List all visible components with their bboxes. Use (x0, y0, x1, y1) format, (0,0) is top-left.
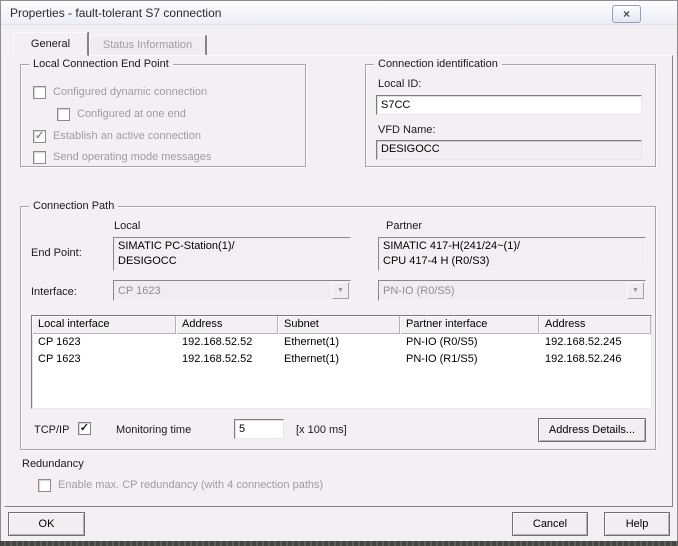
table-cell: 192.168.52.245 (539, 334, 651, 351)
checkbox-row: ✓ Establish an active connection (33, 129, 201, 143)
connection-path-group: Connection Path Local Partner End Point:… (20, 206, 656, 450)
group-title: Connection identification (374, 58, 502, 70)
local-end-point-line2: DESIGOCC (118, 254, 346, 269)
local-id-label: Local ID: (378, 78, 421, 90)
ok-button[interactable]: OK (8, 512, 85, 536)
interface-label: Interface: (31, 286, 77, 298)
table-cell: PN-IO (R1/S5) (400, 351, 539, 368)
table-header-row: Local interface Address Subnet Partner i… (32, 316, 651, 334)
address-details-button[interactable]: Address Details... (538, 418, 646, 442)
column-header[interactable]: Partner interface (400, 316, 539, 334)
column-header[interactable]: Address (176, 316, 278, 334)
partner-end-point-line1: SIMATIC 417-H(241/24~(1)/ (383, 239, 641, 254)
titlebar: Properties - fault-tolerant S7 connectio… (1, 1, 677, 25)
checkbox-row: Configured at one end (57, 107, 186, 121)
send-operating-mode-messages-checkbox (33, 151, 46, 164)
checkbox-label: Configured dynamic connection (53, 86, 207, 98)
group-title: Connection Path (29, 200, 118, 212)
table-cell: Ethernet(1) (278, 334, 400, 351)
checkbox-label: Send operating mode messages (53, 151, 211, 163)
tcpip-checkbox[interactable]: ✓ (78, 422, 91, 435)
connection-identification-group: Connection identification Local ID: VFD … (365, 64, 656, 167)
table-cell: 192.168.52.52 (176, 334, 278, 351)
checkbox-label: Configured at one end (77, 108, 186, 120)
table-cell: CP 1623 (32, 351, 176, 368)
end-point-label: End Point: (31, 247, 82, 259)
tcpip-label: TCP/IP (34, 424, 69, 436)
redundancy-label: Redundancy (22, 458, 84, 470)
table-cell: 192.168.52.52 (176, 351, 278, 368)
local-column-label: Local (114, 220, 140, 232)
interface-table: Local interface Address Subnet Partner i… (31, 315, 652, 409)
checkbox-row: Configured dynamic connection (33, 85, 207, 99)
monitoring-time-unit-label: [x 100 ms] (296, 424, 347, 436)
partner-interface-dropdown: PN-IO (R0/S5) ▼ (378, 280, 646, 301)
partner-end-point-field: SIMATIC 417-H(241/24~(1)/ CPU 417-4 H (R… (378, 237, 646, 271)
chevron-down-icon: ▼ (627, 282, 644, 299)
checkbox-row: Send operating mode messages (33, 150, 211, 164)
tab-general[interactable]: General (13, 32, 88, 56)
establish-active-connection-checkbox: ✓ (33, 130, 46, 143)
tab-status-information: Status Information (89, 35, 206, 55)
dropdown-value: PN-IO (R0/S5) (379, 285, 627, 297)
table-cell: Ethernet(1) (278, 351, 400, 368)
monitoring-time-input[interactable] (234, 419, 284, 439)
enable-cp-redundancy-checkbox (38, 479, 51, 492)
checkbox-label: Establish an active connection (53, 130, 201, 142)
monitoring-time-label: Monitoring time (116, 424, 191, 436)
checkbox-label: Enable max. CP redundancy (with 4 connec… (58, 479, 323, 491)
window-bottom-edge (0, 541, 678, 546)
partner-column-label: Partner (386, 220, 422, 232)
table-cell: PN-IO (R0/S5) (400, 334, 539, 351)
cancel-button[interactable]: Cancel (512, 512, 588, 536)
local-interface-dropdown: CP 1623 ▼ (113, 280, 351, 301)
group-title: Local Connection End Point (29, 58, 173, 70)
column-header[interactable]: Address (539, 316, 651, 334)
column-header[interactable]: Subnet (278, 316, 400, 334)
dropdown-value: CP 1623 (114, 285, 332, 297)
local-connection-end-point-group: Local Connection End Point Configured dy… (20, 64, 306, 167)
vfd-name-label: VFD Name: (378, 124, 435, 136)
close-button[interactable]: × (612, 5, 641, 23)
local-end-point-line1: SIMATIC PC-Station(1)/ (118, 239, 346, 254)
configured-dynamic-connection-checkbox (33, 86, 46, 99)
close-icon: × (623, 7, 630, 21)
table-row[interactable]: CP 1623 192.168.52.52 Ethernet(1) PN-IO … (32, 351, 651, 368)
table-cell: CP 1623 (32, 334, 176, 351)
properties-dialog: Properties - fault-tolerant S7 connectio… (0, 0, 678, 546)
help-button[interactable]: Help (604, 512, 670, 536)
vfd-name-field: DESIGOCC (376, 140, 642, 160)
column-header[interactable]: Local interface (32, 316, 176, 334)
table-row[interactable]: CP 1623 192.168.52.52 Ethernet(1) PN-IO … (32, 334, 651, 351)
window-title: Properties - fault-tolerant S7 connectio… (10, 1, 221, 25)
configured-at-one-end-checkbox (57, 108, 70, 121)
chevron-down-icon: ▼ (332, 282, 349, 299)
checkbox-row: Enable max. CP redundancy (with 4 connec… (38, 478, 323, 492)
table-cell: 192.168.52.246 (539, 351, 651, 368)
local-end-point-field: SIMATIC PC-Station(1)/ DESIGOCC (113, 237, 351, 271)
partner-end-point-line2: CPU 417-4 H (R0/S3) (383, 254, 641, 269)
local-id-input[interactable] (376, 95, 642, 115)
